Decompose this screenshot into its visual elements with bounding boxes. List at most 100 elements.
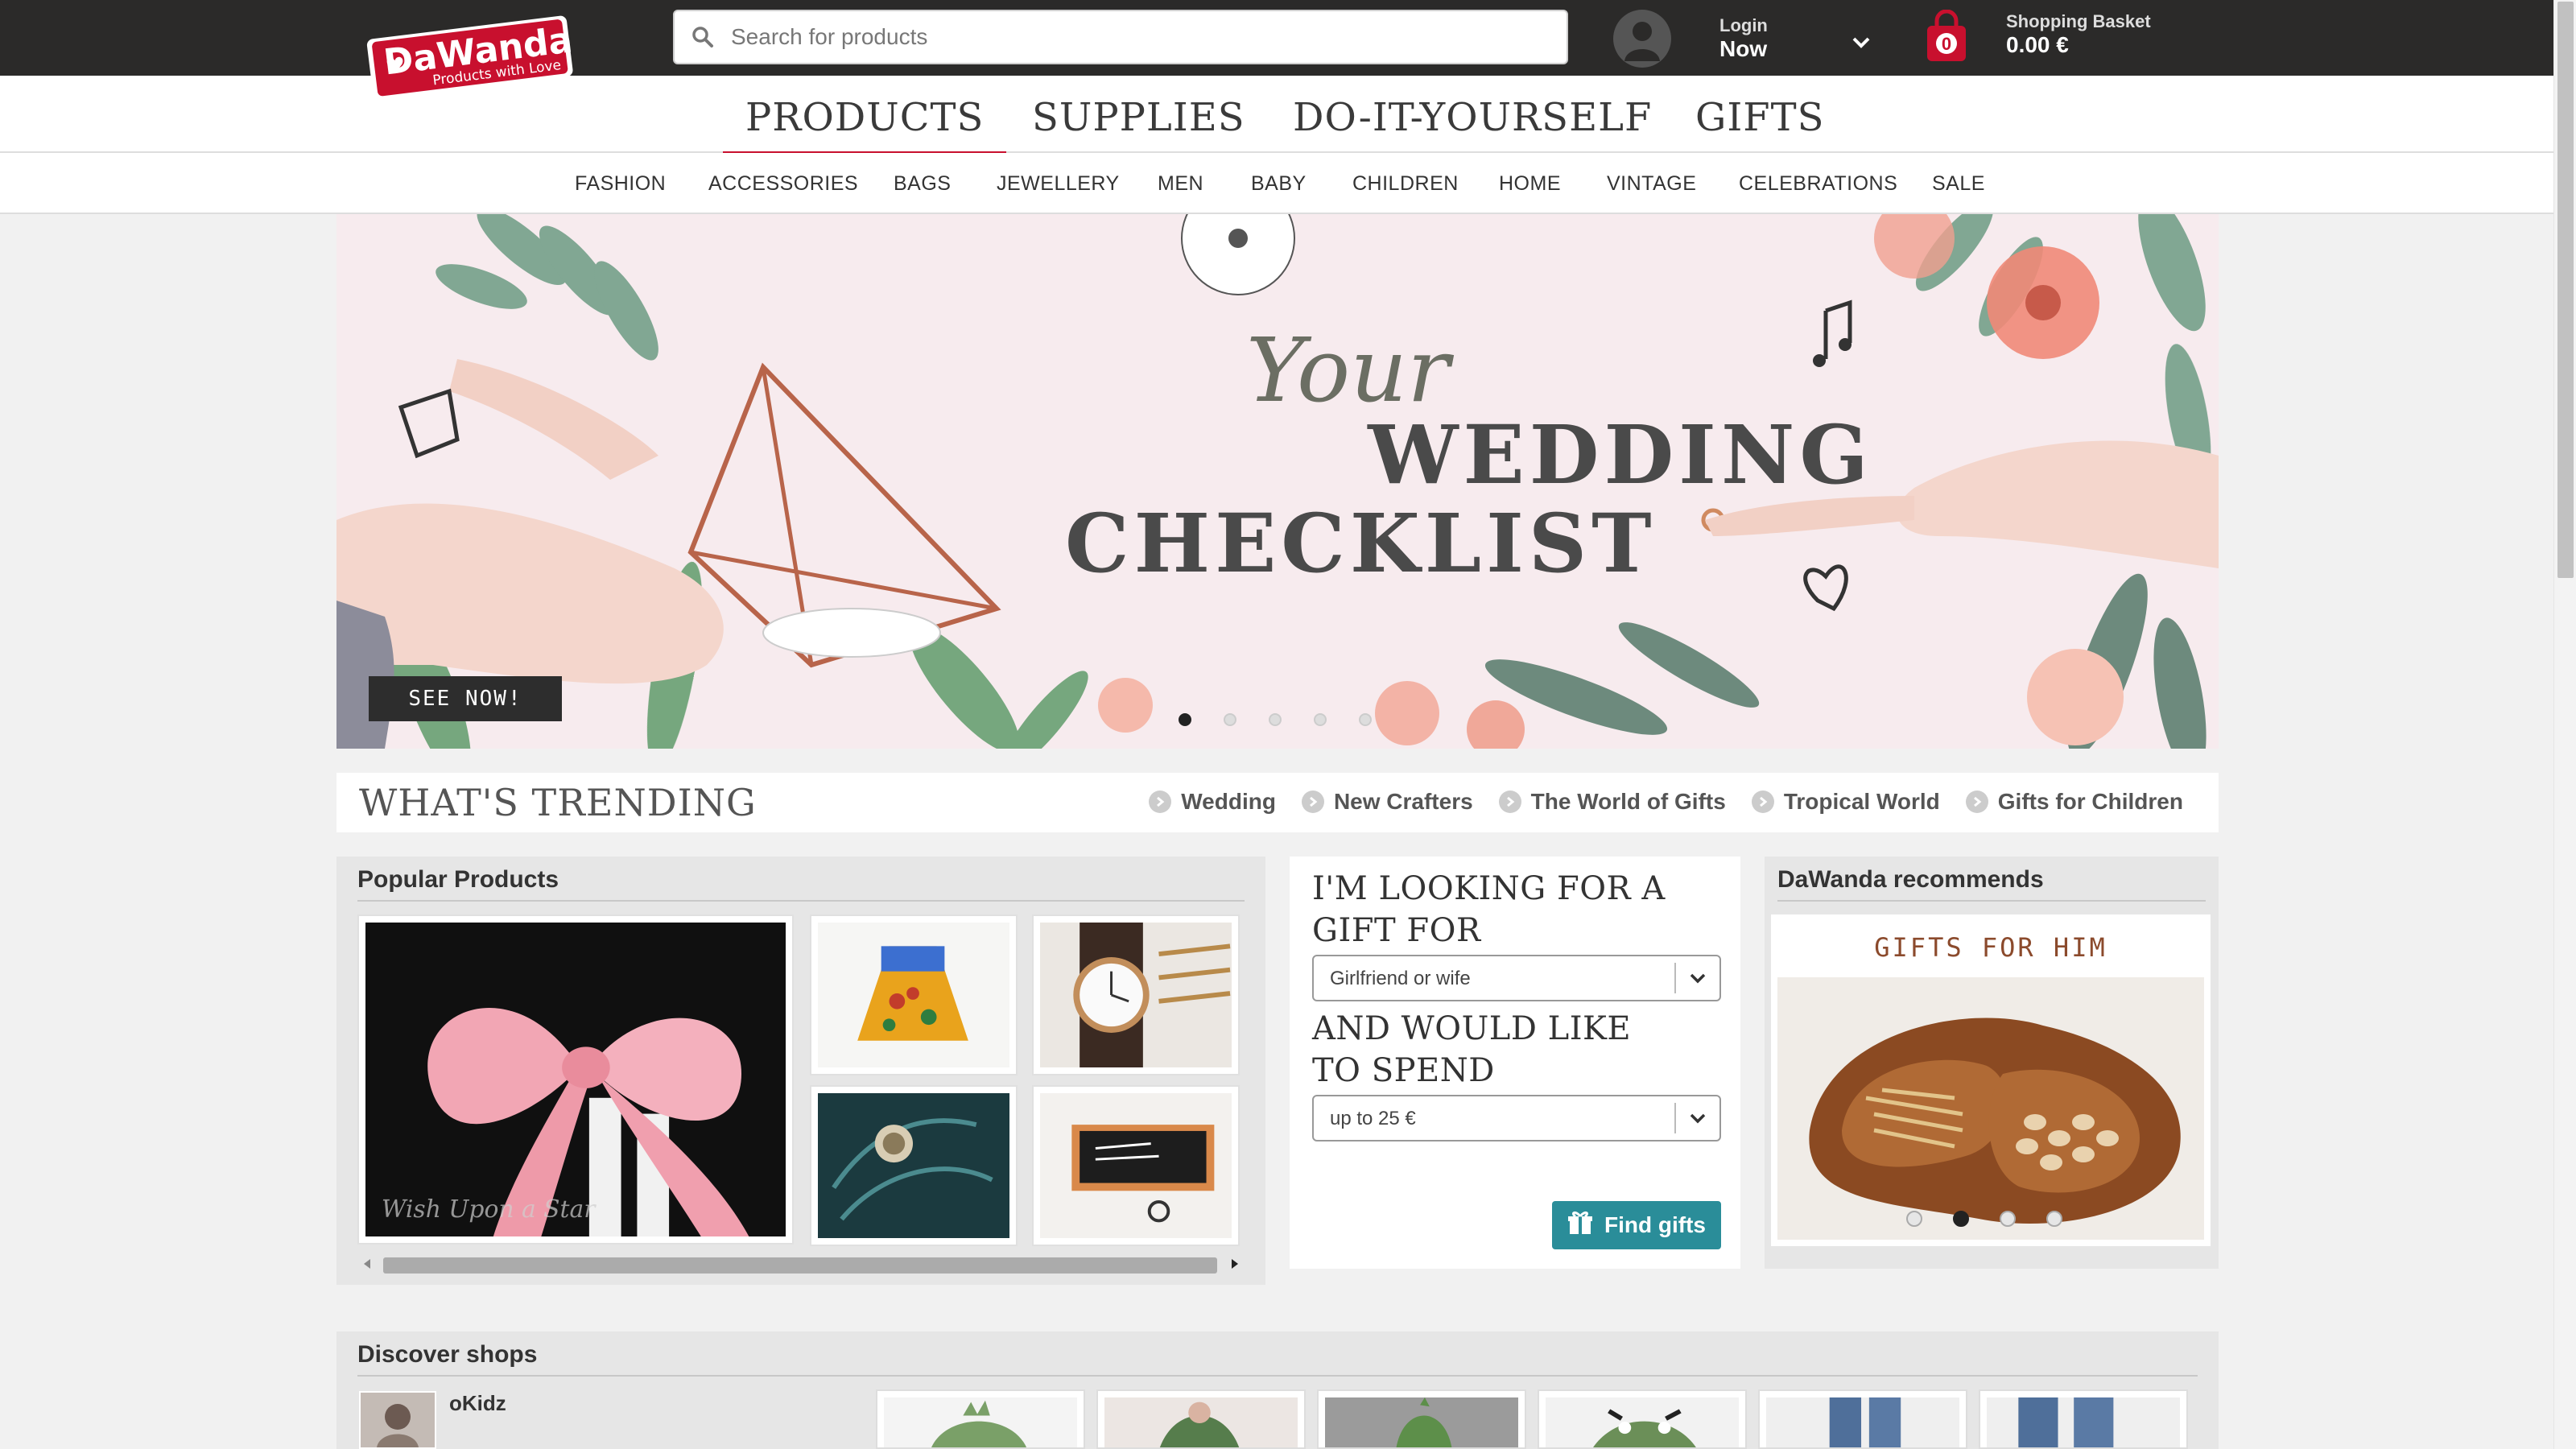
trend-link-label[interactable]: New Crafters	[1334, 789, 1473, 815]
popular-products: Popular Products Wish Upon a Star	[336, 857, 1265, 1285]
basket-summary[interactable]: Shopping Basket 0.00 €	[2006, 11, 2151, 58]
shop-name[interactable]: oKidz	[449, 1391, 506, 1416]
product-watermark: Wish Upon a Star	[382, 1195, 597, 1224]
trend-link-wedding[interactable]: Wedding	[1149, 789, 1276, 815]
shop-product-tile[interactable]	[1979, 1389, 2188, 1449]
recommend-dot-2[interactable]	[1953, 1211, 1969, 1227]
product-image[interactable]	[1987, 1397, 2180, 1447]
hero-dot-3[interactable]	[1269, 713, 1282, 726]
see-now-button[interactable]: SEE NOW!	[369, 676, 562, 721]
category-bags[interactable]: BAGS	[894, 172, 951, 196]
recommends-title: DaWanda recommends	[1777, 866, 2044, 893]
find-gifts-label[interactable]: Find gifts	[1604, 1212, 1706, 1238]
category-baby[interactable]: BABY	[1251, 172, 1307, 196]
chevron-right-icon	[1301, 791, 1324, 813]
trend-link-gifts-for-children[interactable]: Gifts for Children	[1965, 789, 2183, 815]
recommend-dot-4[interactable]	[2046, 1211, 2062, 1227]
category-children[interactable]: CHILDREN	[1352, 172, 1459, 196]
hero-dot-5[interactable]	[1359, 713, 1372, 726]
dawanda-logo[interactable]: DaWanda Products with Love	[359, 10, 576, 100]
user-avatar-icon[interactable]	[1613, 10, 1671, 68]
search-icon[interactable]	[675, 25, 731, 49]
category-accessories[interactable]: ACCESSORIES	[708, 172, 858, 196]
login-label[interactable]: Login	[1719, 15, 1768, 36]
product-image[interactable]	[1040, 923, 1232, 1067]
recipient-select-value[interactable]: Girlfriend or wife	[1330, 968, 1471, 990]
product-image[interactable]	[1104, 1397, 1298, 1447]
shop-product-tile[interactable]	[1758, 1389, 1967, 1449]
category-home[interactable]: HOME	[1499, 172, 1561, 196]
shop-product-tile[interactable]	[1096, 1389, 1306, 1449]
product-tile-bow[interactable]: Wish Upon a Star	[357, 914, 794, 1245]
product-image[interactable]	[884, 1397, 1077, 1447]
product-image[interactable]	[1766, 1397, 1959, 1447]
category-men[interactable]: MEN	[1158, 172, 1203, 196]
login-now-label[interactable]: Now	[1719, 36, 1768, 62]
trend-link-label[interactable]: Tropical World	[1784, 789, 1940, 815]
trend-link-label[interactable]: Wedding	[1181, 789, 1276, 815]
gift-question-budget: AND WOULD LIKE TO SPEND	[1312, 1010, 1632, 1089]
recommend-card[interactable]: GIFTS FOR HIM	[1771, 914, 2211, 1246]
shop-product-tile[interactable]	[1538, 1389, 1747, 1449]
hero-dot-4[interactable]	[1314, 713, 1327, 726]
product-tile-dress[interactable]	[810, 914, 1018, 1075]
product-image[interactable]	[1040, 1093, 1232, 1238]
page-scrollbar[interactable]	[2553, 0, 2576, 1449]
tab-diy[interactable]: DO-IT-YOURSELF	[1293, 95, 1652, 140]
hero-slide-dots	[1179, 713, 1372, 726]
shop-product-tile[interactable]	[1317, 1389, 1526, 1449]
hero-banner[interactable]: Your WEDDING CHECKLIST SEE NOW!	[336, 214, 2219, 749]
trend-link-label[interactable]: Gifts for Children	[1998, 789, 2183, 815]
search-box[interactable]	[673, 10, 1568, 64]
chevron-down-icon[interactable]	[1852, 35, 1871, 54]
trend-link-label[interactable]: The World of Gifts	[1531, 789, 1726, 815]
recommend-card-label[interactable]: GIFTS FOR HIM	[1771, 932, 2211, 963]
recommend-dot-1[interactable]	[1906, 1211, 1922, 1227]
category-jewellery[interactable]: JEWELLERY	[997, 172, 1120, 196]
scrollbar-thumb[interactable]	[383, 1257, 1217, 1274]
hero-dot-1[interactable]	[1179, 713, 1191, 726]
tab-supplies[interactable]: SUPPLIES	[1032, 95, 1245, 140]
page-scrollbar-thumb[interactable]	[2557, 2, 2574, 578]
category-sale[interactable]: SALE	[1932, 172, 1985, 196]
recommend-dot-3[interactable]	[2000, 1211, 2016, 1227]
basket-label[interactable]: Shopping Basket	[2006, 11, 2151, 32]
find-gifts-button[interactable]: Find gifts	[1552, 1201, 1721, 1249]
budget-select-value[interactable]: up to 25 €	[1330, 1108, 1416, 1130]
category-celebrations[interactable]: CELEBRATIONS	[1739, 172, 1897, 196]
trend-link-tropical-world[interactable]: Tropical World	[1751, 789, 1940, 815]
divider	[1777, 900, 2206, 902]
shop-product-tile[interactable]	[876, 1389, 1085, 1449]
basket-total[interactable]: 0.00 €	[2006, 32, 2151, 58]
scroll-right-icon[interactable]	[1227, 1253, 1243, 1275]
trend-link-world-of-gifts[interactable]: The World of Gifts	[1498, 789, 1726, 815]
chevron-down-icon[interactable]	[1687, 1108, 1708, 1133]
chevron-right-icon	[1751, 791, 1774, 813]
chevron-right-icon	[1498, 791, 1521, 813]
budget-select[interactable]: up to 25 €	[1312, 1095, 1721, 1141]
tab-products[interactable]: PRODUCTS	[723, 95, 1007, 158]
category-vintage[interactable]: VINTAGE	[1607, 172, 1696, 196]
product-tile-keyboard[interactable]	[1032, 1085, 1240, 1246]
product-image[interactable]: Wish Upon a Star	[365, 923, 786, 1236]
product-image[interactable]	[818, 1093, 1009, 1238]
tab-gifts[interactable]: GIFTS	[1695, 95, 1825, 140]
popular-scrollbar[interactable]	[359, 1253, 1243, 1275]
login-area[interactable]: Login Now	[1613, 10, 1768, 68]
product-tile-watch[interactable]	[1032, 914, 1240, 1075]
shop-avatar[interactable]	[359, 1391, 436, 1449]
product-image[interactable]	[1546, 1397, 1739, 1447]
product-tile-ring[interactable]	[810, 1085, 1018, 1246]
trend-link-new-crafters[interactable]: New Crafters	[1301, 789, 1473, 815]
recommend-card-image[interactable]	[1777, 977, 2204, 1240]
product-image[interactable]	[818, 923, 1009, 1067]
hero-dot-2[interactable]	[1224, 713, 1236, 726]
scroll-left-icon[interactable]	[359, 1253, 375, 1275]
shopping-basket-icon[interactable]: 0	[1924, 9, 1969, 63]
category-fashion[interactable]: FASHION	[575, 172, 666, 196]
chevron-down-icon[interactable]	[1687, 968, 1708, 993]
search-input[interactable]	[731, 24, 1536, 50]
product-image[interactable]	[1325, 1397, 1518, 1447]
recipient-select[interactable]: Girlfriend or wife	[1312, 955, 1721, 1001]
select-separator	[1674, 963, 1676, 993]
